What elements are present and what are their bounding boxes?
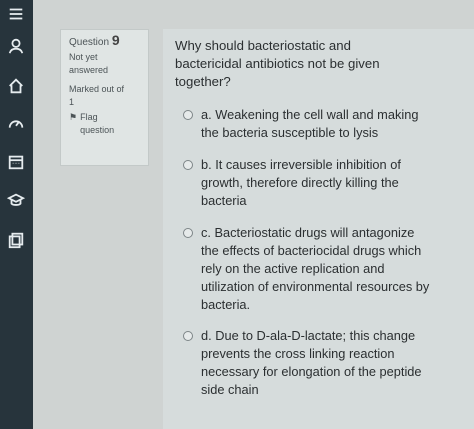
radio-button[interactable] bbox=[183, 331, 193, 341]
sidebar bbox=[0, 0, 33, 429]
question-info-box: Question 9 Not yet answered Marked out o… bbox=[60, 29, 149, 166]
radio-button[interactable] bbox=[183, 160, 193, 170]
flag-icon: ⚑ bbox=[69, 112, 78, 122]
answer-option-d[interactable]: d. Due to D-ala-D-lactate; this change p… bbox=[183, 327, 433, 399]
file-copy-icon[interactable] bbox=[4, 228, 28, 252]
flag-question-link[interactable]: ⚑ Flag question bbox=[69, 111, 129, 137]
answer-option-c[interactable]: c. Bacteriostatic drugs will antagonize … bbox=[183, 224, 433, 314]
gauge-icon[interactable] bbox=[4, 112, 28, 136]
option-label: d. Due to D-ala-D-lactate; this change p… bbox=[201, 328, 422, 397]
graduation-cap-icon[interactable] bbox=[4, 188, 28, 212]
radio-button[interactable] bbox=[183, 110, 193, 120]
calendar-icon[interactable] bbox=[4, 150, 28, 174]
answer-option-b[interactable]: b. It causes irreversible inhibition of … bbox=[183, 156, 433, 210]
answer-option-a[interactable]: a. Weakening the cell wall and making th… bbox=[183, 106, 433, 142]
option-label: b. It causes irreversible inhibition of … bbox=[201, 157, 401, 208]
flag-question-label: Flag question bbox=[80, 112, 115, 135]
list-icon[interactable] bbox=[4, 2, 28, 26]
question-panel: Why should bacteriostatic and bactericid… bbox=[163, 29, 474, 429]
question-text: Why should bacteriostatic and bactericid… bbox=[175, 38, 380, 89]
option-label: a. Weakening the cell wall and making th… bbox=[201, 107, 419, 140]
marked-out-of-label: Marked out of bbox=[69, 84, 125, 94]
marked-out-of-value: 1 bbox=[69, 97, 75, 107]
answer-status: Not yet answered bbox=[69, 52, 109, 75]
question-number: 9 bbox=[111, 32, 120, 48]
question-label: Question bbox=[69, 37, 110, 48]
home-icon[interactable] bbox=[4, 74, 28, 98]
question-number-line: Question 9 bbox=[69, 32, 148, 49]
user-circle-icon[interactable] bbox=[4, 34, 28, 58]
option-label: c. Bacteriostatic drugs will antagonize … bbox=[201, 225, 430, 312]
radio-button[interactable] bbox=[183, 228, 193, 238]
